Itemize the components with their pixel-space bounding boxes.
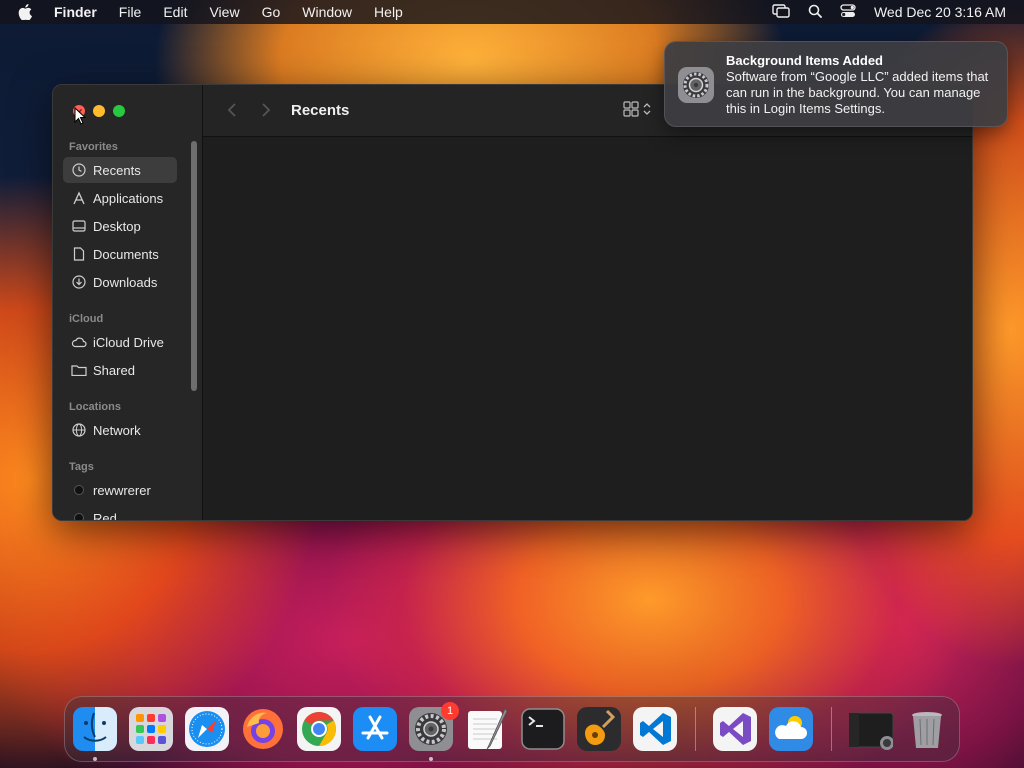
download-icon — [71, 274, 87, 290]
notification-badge: 1 — [441, 702, 459, 720]
menu-go[interactable]: Go — [262, 4, 281, 20]
sidebar-item-label: Red — [93, 510, 117, 521]
shared-folder-icon — [71, 362, 87, 378]
sidebar-item-label: Desktop — [93, 218, 141, 234]
sidebar-item-icloud-drive[interactable]: iCloud Drive — [63, 329, 177, 355]
sidebar-item-applications[interactable]: Applications — [63, 185, 177, 211]
globe-icon — [71, 422, 87, 438]
dock-chrome-icon[interactable] — [297, 707, 341, 751]
finder-sidebar: Favorites Recents Applications Desktop D… — [53, 85, 203, 520]
dock: 1 — [64, 696, 960, 762]
sidebar-item-label: Network — [93, 422, 141, 438]
sidebar-item-tag-rewwrerer[interactable]: rewwrerer — [63, 477, 177, 503]
sidebar-item-recents[interactable]: Recents — [63, 157, 177, 183]
dock-terminal-icon[interactable] — [521, 707, 565, 751]
apple-menu-icon[interactable] — [18, 4, 40, 20]
sidebar-item-label: Downloads — [93, 274, 158, 290]
clock-icon — [71, 162, 87, 178]
sidebar-scrollbar[interactable] — [191, 141, 197, 391]
control-center-icon[interactable] — [840, 3, 856, 21]
zoom-button[interactable] — [113, 105, 125, 117]
sidebar-item-label: rewwrerer — [93, 482, 151, 498]
dock-separator — [831, 707, 832, 751]
forward-button[interactable] — [255, 99, 277, 121]
sidebar-item-network[interactable]: Network — [63, 417, 177, 443]
dock-trash-icon[interactable] — [905, 707, 949, 751]
mouse-cursor-icon — [74, 106, 87, 130]
dock-firefox-icon[interactable] — [241, 707, 285, 751]
sidebar-section-tags: Tags — [69, 461, 94, 473]
notification-body: Software from “Google LLC” added items t… — [726, 69, 989, 116]
running-indicator — [429, 757, 433, 761]
dock-launchpad-icon[interactable] — [129, 707, 173, 751]
dock-safari-icon[interactable] — [185, 707, 229, 751]
menu-bar-clock[interactable]: Wed Dec 20 3:16 AM — [874, 4, 1006, 20]
dock-window-thumbnail-icon[interactable] — [848, 707, 894, 751]
sidebar-item-label: iCloud Drive — [93, 334, 164, 350]
dock-textedit-icon[interactable] — [465, 707, 509, 751]
menu-view[interactable]: View — [209, 4, 239, 20]
chevron-updown-icon — [643, 102, 651, 121]
sidebar-item-downloads[interactable]: Downloads — [63, 269, 177, 295]
sidebar-item-documents[interactable]: Documents — [63, 241, 177, 267]
dock-visual-studio-icon[interactable] — [713, 707, 757, 751]
dock-finder-icon[interactable] — [73, 707, 117, 751]
dock-vscode-icon[interactable] — [633, 707, 677, 751]
desktop-icon — [71, 218, 87, 234]
finder-content[interactable]: Recents — [203, 85, 972, 520]
notification-title: Background Items Added — [726, 53, 883, 68]
sidebar-item-shared[interactable]: Shared — [63, 357, 177, 383]
grid-view-icon — [623, 101, 639, 122]
window-title: Recents — [291, 102, 350, 119]
search-icon[interactable] — [808, 4, 822, 21]
cloud-icon — [71, 334, 87, 350]
notification-banner[interactable]: Background Items Added Software from “Go… — [664, 41, 1008, 127]
minimize-button[interactable] — [93, 105, 105, 117]
dock-weather-icon[interactable] — [769, 707, 813, 751]
sidebar-item-desktop[interactable]: Desktop — [63, 213, 177, 239]
tag-dot-icon — [71, 482, 87, 498]
menu-window[interactable]: Window — [302, 4, 352, 20]
sidebar-item-label: Recents — [93, 162, 141, 178]
system-settings-icon — [677, 66, 715, 104]
sidebar-section-icloud: iCloud — [69, 313, 104, 325]
sidebar-section-favorites: Favorites — [69, 141, 118, 153]
sidebar-item-label: Shared — [93, 362, 135, 378]
document-icon — [71, 246, 87, 262]
view-options-button[interactable] — [623, 101, 651, 122]
sidebar-item-tag-red[interactable]: Red — [63, 505, 177, 521]
back-button[interactable] — [221, 99, 243, 121]
sidebar-item-label: Documents — [93, 246, 159, 262]
dock-app-store-icon[interactable] — [353, 707, 397, 751]
menu-bar: Finder File Edit View Go Window Help Wed… — [0, 0, 1024, 24]
finder-window: Favorites Recents Applications Desktop D… — [52, 84, 973, 521]
menu-file[interactable]: File — [119, 4, 142, 20]
applications-icon — [71, 190, 87, 206]
running-indicator — [93, 757, 97, 761]
dock-garageband-icon[interactable] — [577, 707, 621, 751]
sidebar-section-locations: Locations — [69, 401, 121, 413]
menu-edit[interactable]: Edit — [163, 4, 187, 20]
dock-separator — [695, 707, 696, 751]
menu-help[interactable]: Help — [374, 4, 403, 20]
screen-mirroring-icon[interactable] — [772, 3, 790, 21]
menu-finder[interactable]: Finder — [54, 4, 97, 20]
tag-dot-icon — [71, 510, 87, 520]
sidebar-item-label: Applications — [93, 190, 164, 206]
